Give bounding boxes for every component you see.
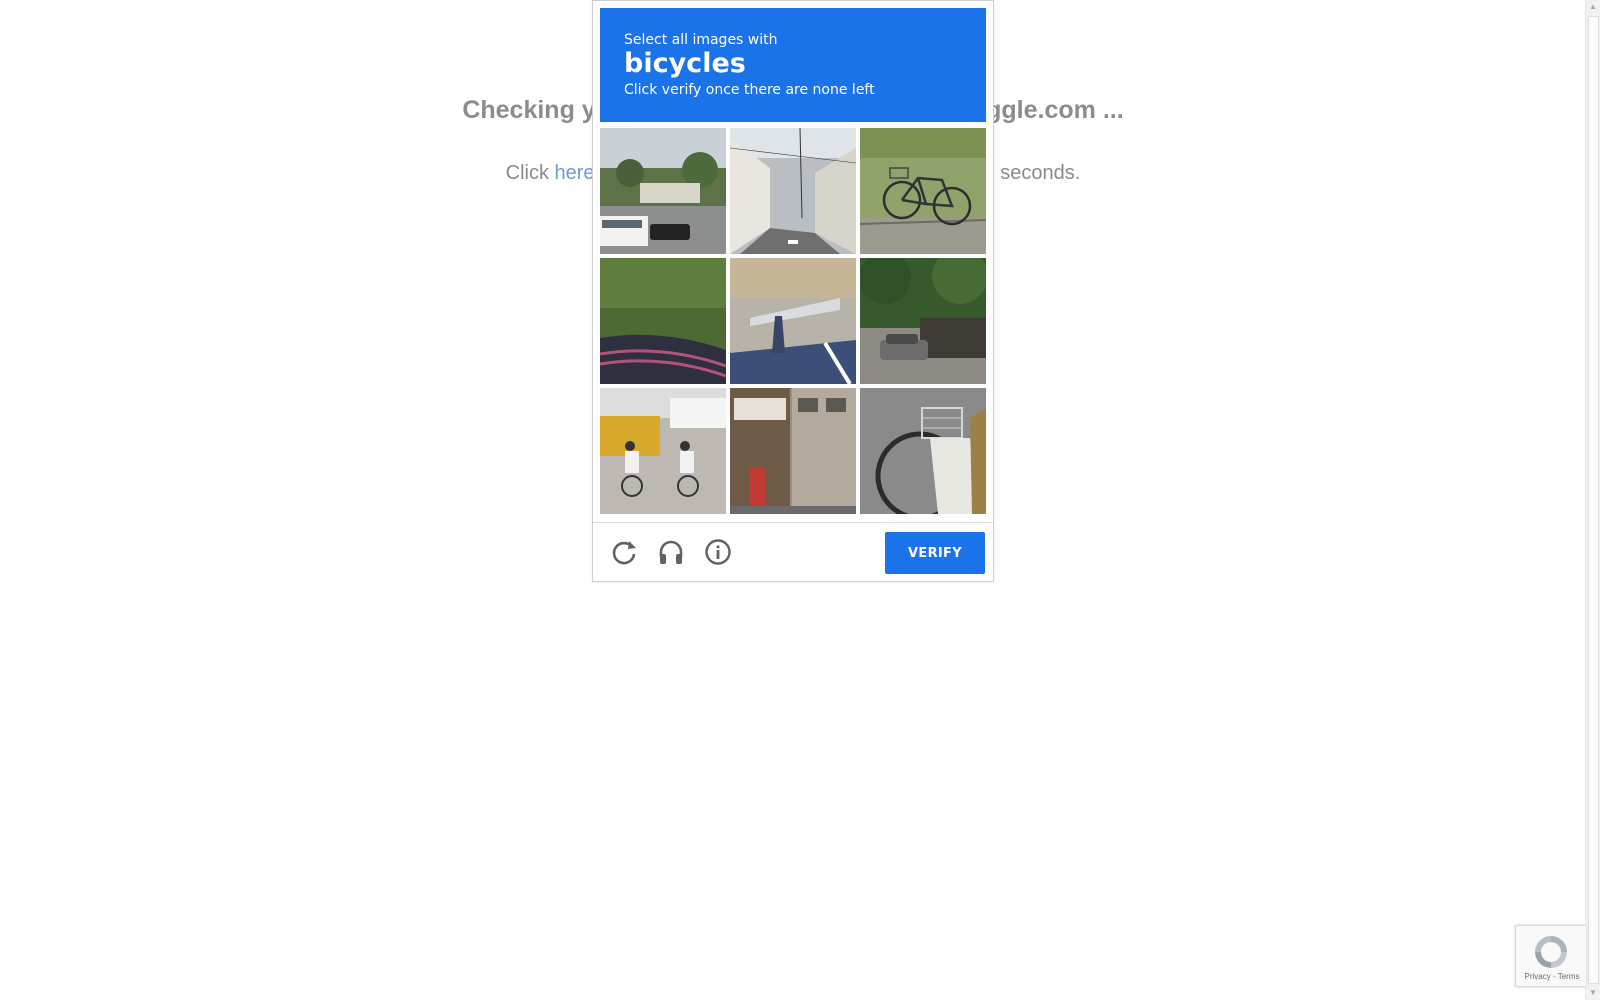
reload-icon[interactable] — [609, 537, 639, 567]
privacy-terms-link[interactable]: Privacy - Terms — [1516, 972, 1588, 981]
image-tile-9[interactable] — [860, 388, 986, 514]
scroll-down-icon[interactable]: ▼ — [1586, 986, 1600, 1000]
redirect-link[interactable]: here — [555, 162, 595, 184]
image-tile-6[interactable] — [860, 258, 986, 384]
image-tile-7[interactable] — [600, 388, 726, 514]
narrow-street-tile — [730, 128, 856, 254]
instruction-text: Select all images with — [624, 32, 778, 48]
bus-road-tile — [600, 128, 726, 254]
challenge-footer: VERIFY — [593, 522, 993, 582]
image-tile-8[interactable] — [730, 388, 856, 514]
image-tile-2[interactable] — [730, 128, 856, 254]
image-tile-3[interactable] — [860, 128, 986, 254]
challenge-header: Select all images with bicycles Click ve… — [600, 8, 986, 122]
image-tile-5[interactable] — [730, 258, 856, 384]
verify-button[interactable]: VERIFY — [885, 532, 985, 574]
scroll-up-icon[interactable]: ▲ — [1586, 0, 1600, 14]
headphones-icon[interactable] — [656, 537, 686, 567]
shop-street-tile — [730, 388, 856, 514]
target-object: bicycles — [624, 48, 746, 79]
page-scrollbar[interactable]: ▲ ▼ — [1585, 0, 1600, 1000]
image-grid — [600, 128, 986, 516]
verify-hint: Click verify once there are none left — [624, 82, 875, 98]
info-icon[interactable] — [703, 537, 733, 567]
grass-slope-tile — [600, 258, 726, 384]
recaptcha-logo-icon — [1535, 936, 1567, 968]
bicycle-grass-tile — [860, 128, 986, 254]
road-shadow-tile — [730, 258, 856, 384]
recaptcha-badge[interactable]: Privacy - Terms — [1515, 925, 1586, 987]
car-trees-tile — [860, 258, 986, 384]
cyclists-street-tile — [600, 388, 726, 514]
bicycle-closeup-tile — [860, 388, 986, 514]
image-tile-1[interactable] — [600, 128, 726, 254]
recaptcha-challenge: Select all images with bicycles Click ve… — [592, 0, 994, 582]
scroll-thumb[interactable] — [1588, 16, 1599, 984]
redirect-prefix: Click — [505, 162, 555, 184]
image-tile-4[interactable] — [600, 258, 726, 384]
